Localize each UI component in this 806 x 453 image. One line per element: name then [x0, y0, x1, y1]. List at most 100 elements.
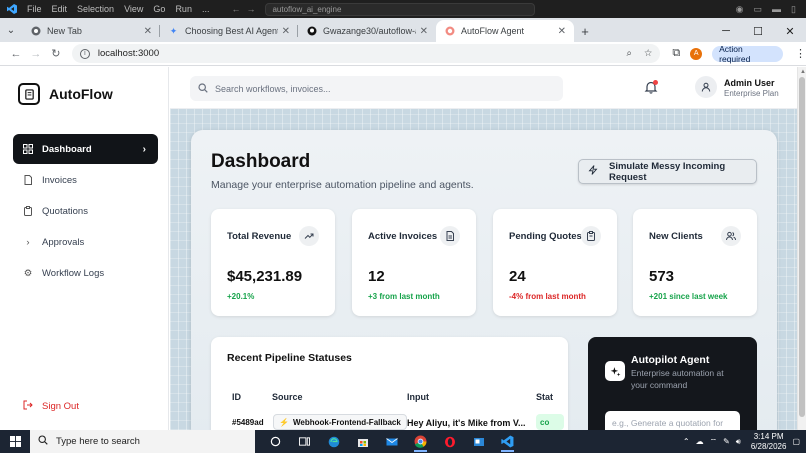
chrome-taskbar-icon[interactable] [406, 430, 435, 453]
scroll-up-icon[interactable]: ▲ [800, 69, 806, 75]
windows-icon [9, 436, 21, 447]
close-icon[interactable]: ✕ [420, 26, 428, 37]
address-bar[interactable]: i localhost:3000 ⌕ ☆ [71, 44, 661, 63]
notification-dot [653, 80, 658, 85]
grid-icon [23, 144, 33, 154]
close-icon[interactable]: ✕ [282, 26, 290, 37]
search-input[interactable]: Search workflows, invoices... [190, 76, 563, 101]
tab-title: AutoFlow Agent [461, 26, 525, 36]
autopilot-prompt-input[interactable]: e.g., Generate a quotation for [605, 411, 740, 430]
stat-title: Active Invoices [368, 231, 438, 242]
opera-icon[interactable] [435, 430, 464, 453]
menu-selection[interactable]: Selection [77, 4, 114, 14]
sidebar-item-approvals[interactable]: › Approvals [13, 227, 158, 257]
bookmark-star-icon[interactable]: ☆ [644, 48, 653, 59]
column-header-id: ID [232, 392, 241, 402]
tab-title: Gwazange30/autoflow-ai-engi [323, 26, 416, 36]
page-scrollbar[interactable]: ▲ [797, 67, 806, 430]
browser-tab-bar: ⌄ New Tab ✕ ✦ Choosing Best AI Agent Tra… [0, 18, 806, 42]
close-icon[interactable]: ✕ [144, 26, 152, 37]
omnibox-actions: ⌕ ☆ [626, 48, 652, 59]
action-required-button[interactable]: Action required [712, 44, 784, 64]
zoom-icon[interactable]: ⌕ [626, 48, 631, 59]
store-icon[interactable] [348, 430, 377, 453]
copilot-icon[interactable]: ◉ [736, 4, 744, 15]
windows-taskbar: Type here to search ⌃ ☁ ⌔ ✎ 🔊︎ 3:14 PM 6… [0, 430, 806, 453]
mail-icon[interactable] [377, 430, 406, 453]
layout-icon[interactable]: ▭ [754, 4, 763, 15]
sidebar-item-invoices[interactable]: Invoices [13, 165, 158, 195]
simulate-button-label: Simulate Messy Incoming Request [609, 160, 726, 183]
vscode-icon[interactable] [7, 4, 17, 14]
sidebar-item-label: Approvals [42, 236, 85, 248]
close-icon[interactable]: ✕ [558, 26, 566, 37]
app-window-icon[interactable] [464, 430, 493, 453]
menu-go[interactable]: Go [153, 4, 165, 14]
tab-autoflow-agent[interactable]: AutoFlow Agent ✕ [436, 20, 574, 42]
notifications-icon[interactable]: ▢ [792, 437, 800, 446]
maximize-icon[interactable]: ☐ [742, 25, 774, 38]
network-icon[interactable]: ⌔ [710, 437, 718, 447]
back-arrow-icon[interactable]: ← [231, 4, 240, 14]
sidebar-icon[interactable]: ▯ [791, 4, 796, 15]
menu-view[interactable]: View [124, 4, 143, 14]
language-icon[interactable]: ✎ [723, 437, 730, 446]
column-header-input: Input [407, 392, 429, 402]
sidebar-item-quotations[interactable]: Quotations [13, 196, 158, 226]
users-icon [721, 226, 741, 246]
site-info-icon[interactable]: i [79, 48, 90, 59]
close-window-icon[interactable]: ✕ [774, 25, 806, 38]
sign-out-button[interactable]: Sign Out [23, 400, 79, 413]
sidebar-item-workflow-logs[interactable]: ⚙ Workflow Logs [13, 258, 158, 288]
back-icon[interactable]: ← [6, 48, 26, 60]
page-title: Dashboard [211, 151, 311, 172]
menu-more[interactable]: ... [202, 4, 210, 14]
menu-run[interactable]: Run [175, 4, 192, 14]
notifications-button[interactable] [644, 80, 658, 94]
menu-edit[interactable]: Edit [52, 4, 68, 14]
tab-search-icon[interactable]: ⌄ [0, 19, 22, 41]
browser-toolbar: ← → ↻ i localhost:3000 ⌕ ☆ ⧉ A Action re… [0, 42, 806, 66]
scrollbar-thumb[interactable] [799, 77, 805, 417]
brand[interactable]: AutoFlow [18, 83, 113, 105]
panel-icon[interactable]: ▬ [772, 4, 781, 15]
extensions-icon[interactable]: ⧉ [672, 47, 680, 60]
forward-arrow-icon[interactable]: → [246, 4, 255, 14]
autopilot-agent-card: Autopilot Agent Enterprise automation at… [588, 337, 757, 430]
more-menu-icon[interactable]: ⋮ [795, 47, 806, 60]
tab-github[interactable]: Gwazange30/autoflow-ai-engi ✕ [298, 20, 436, 42]
taskbar-search-input[interactable]: Type here to search [30, 430, 255, 453]
start-button[interactable] [0, 436, 30, 447]
gear-icon: ⚙ [23, 267, 33, 279]
vscode-taskbar-icon[interactable] [493, 430, 522, 453]
dashboard-stage: Dashboard Manage your enterprise automat… [170, 109, 797, 430]
volume-icon[interactable]: 🔊︎ [736, 437, 741, 447]
tab-new-tab[interactable]: New Tab ✕ [22, 20, 160, 42]
reload-icon[interactable]: ↻ [46, 47, 66, 60]
tab-title: New Tab [47, 26, 82, 36]
vscode-command-center[interactable]: autoflow_ai_engine [265, 2, 536, 16]
system-tray: ⌃ ☁ ⌔ ✎ 🔊︎ 3:14 PM 6/28/2026 ▢ [683, 432, 800, 452]
clock[interactable]: 3:14 PM 6/28/2026 [751, 432, 787, 452]
forward-icon[interactable]: → [26, 48, 46, 60]
edge-icon[interactable] [319, 430, 348, 453]
chrome-icon [30, 26, 41, 37]
row-id[interactable]: #5489ad [232, 418, 264, 427]
show-hidden-icons[interactable]: ⌃ [683, 437, 690, 446]
weather-icon[interactable]: ☁ [696, 437, 704, 446]
simulate-request-button[interactable]: Simulate Messy Incoming Request [578, 159, 757, 184]
new-tab-button[interactable]: + [574, 20, 596, 42]
profile-avatar[interactable]: A [690, 47, 703, 60]
tab-ai-agent-track[interactable]: ✦ Choosing Best AI Agent Track - ✕ [160, 20, 298, 42]
stat-card-new-clients: New Clients 573 +201 since last week [633, 209, 757, 316]
cortana-icon[interactable] [261, 430, 290, 453]
sidebar-item-dashboard[interactable]: Dashboard › [13, 134, 158, 164]
file-icon [23, 175, 33, 185]
task-view-icon[interactable] [290, 430, 319, 453]
search-icon [198, 82, 208, 95]
stat-value: 573 [649, 268, 675, 285]
minimize-icon[interactable]: ─ [710, 25, 742, 37]
menu-file[interactable]: File [27, 4, 42, 14]
section-title: Recent Pipeline Statuses [227, 352, 352, 364]
user-avatar[interactable] [695, 76, 717, 98]
